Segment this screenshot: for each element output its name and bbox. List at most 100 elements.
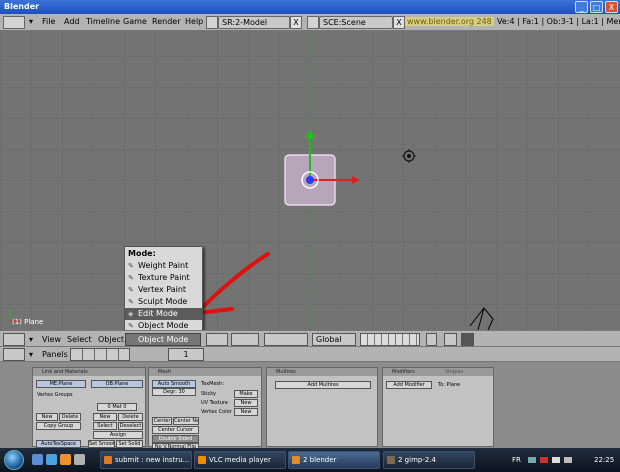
tray-icon[interactable] xyxy=(540,457,548,463)
scene-browse-icon[interactable] xyxy=(307,16,319,29)
vgroup-new-button[interactable]: New xyxy=(36,413,58,421)
layer-buttons[interactable] xyxy=(360,333,420,346)
collapse-icon[interactable]: ▾ xyxy=(29,335,33,344)
set-solid-button[interactable]: Set Solid xyxy=(116,440,143,448)
vertex-groups-label: Vertex Groups xyxy=(37,392,73,398)
collapse-icon[interactable]: ▾ xyxy=(29,17,33,26)
mode-item-sculpt[interactable]: ✎ Sculpt Mode xyxy=(125,296,202,308)
render-button[interactable] xyxy=(461,333,474,346)
double-sided-button[interactable]: Double Sided xyxy=(152,435,199,443)
scene-delete-button[interactable]: X xyxy=(393,16,405,29)
task-submit[interactable]: submit : new instru... xyxy=(100,451,192,469)
screen-delete-button[interactable]: X xyxy=(290,16,302,29)
maximize-button[interactable]: □ xyxy=(590,1,603,13)
show-desktop-icon[interactable] xyxy=(32,454,43,465)
mode-item-vertex-paint[interactable]: ✎ Vertex Paint xyxy=(125,284,202,296)
sticky-make-button[interactable]: Make xyxy=(234,390,258,398)
3d-view-header: ▾ View Select Object Object Mode Global xyxy=(0,330,620,347)
blender-weblink[interactable]: www.blender.org 248 xyxy=(405,17,494,26)
degr-field[interactable]: Degr: 30 xyxy=(152,388,196,396)
vgroup-delete-button[interactable]: Delete xyxy=(59,413,81,421)
center-cursor-button[interactable]: Center Cursor xyxy=(152,426,199,434)
material-assign-button[interactable]: Assign xyxy=(93,431,143,439)
orientation-selector[interactable]: Global xyxy=(312,333,356,346)
task-vlc[interactable]: VLC media player xyxy=(194,451,286,469)
vcol-new-button[interactable]: New xyxy=(234,408,258,416)
menu-help[interactable]: Help xyxy=(185,17,203,26)
mode-item-texture-paint[interactable]: ✎ Texture Paint xyxy=(125,272,202,284)
vertex-color-label: Vertex Color xyxy=(201,409,232,415)
material-index-field[interactable]: 0 Mat 0 xyxy=(97,403,137,411)
modifier-target-label: To: Plane xyxy=(438,382,461,388)
ie-icon[interactable] xyxy=(46,454,57,465)
menu-file[interactable]: File xyxy=(42,17,55,26)
mesh-name-field[interactable]: ME:Plane xyxy=(36,380,86,388)
windows-taskbar: submit : new instru... VLC media player … xyxy=(0,448,620,472)
editor-type-icon[interactable] xyxy=(3,348,25,361)
shapes-tab[interactable]: Shapes xyxy=(445,369,463,375)
copy-group-button[interactable]: Copy Group xyxy=(36,422,81,430)
frame-field[interactable]: 1 xyxy=(168,348,204,361)
menu-select[interactable]: Select xyxy=(67,335,92,344)
tray-icon[interactable] xyxy=(528,457,536,463)
context-buttons[interactable] xyxy=(70,348,130,361)
menu-timeline[interactable]: Timeline xyxy=(86,17,120,26)
menu-object[interactable]: Object xyxy=(98,335,124,344)
system-tray: FR 22:25 xyxy=(508,451,620,469)
texmesh-label: TexMesh: xyxy=(201,381,225,387)
panel-title: Link and Materials xyxy=(33,368,145,376)
task-gimp[interactable]: 2 gimp-2.4 xyxy=(383,451,475,469)
3d-viewport[interactable]: (1) Plane xyxy=(0,31,620,330)
draw-type-button[interactable] xyxy=(206,333,228,346)
link-materials-panel: Link and Materials ME:Plane OB:Plane Ver… xyxy=(32,367,146,448)
uv-new-button[interactable]: New xyxy=(234,399,258,407)
mode-selector[interactable]: Object Mode xyxy=(125,333,201,346)
menu-game[interactable]: Game xyxy=(123,17,147,26)
screen-browse-icon[interactable] xyxy=(206,16,218,29)
network-icon[interactable] xyxy=(552,457,560,463)
vlc-icon[interactable] xyxy=(60,454,71,465)
start-button[interactable] xyxy=(4,450,24,470)
window-title: Blender xyxy=(4,2,40,11)
add-modifier-button[interactable]: Add Modifier xyxy=(386,381,432,389)
minimize-button[interactable]: _ xyxy=(575,1,588,13)
pivot-button[interactable] xyxy=(231,333,259,346)
texture-paint-icon: ✎ xyxy=(128,274,134,282)
set-smooth-button[interactable]: Set Smooth xyxy=(88,440,115,448)
mode-item-edit[interactable]: ◈ Edit Mode xyxy=(125,308,202,320)
menu-view[interactable]: View xyxy=(42,335,61,344)
scene-field[interactable]: SCE:Scene xyxy=(319,16,393,29)
volume-icon[interactable] xyxy=(564,457,572,463)
auto-texspace-button[interactable]: AutoTexSpace xyxy=(36,440,81,448)
language-indicator[interactable]: FR xyxy=(512,451,521,469)
blender-icon xyxy=(292,456,300,464)
material-deselect-button[interactable]: Deselect xyxy=(118,422,143,430)
task-blender[interactable]: 2 blender xyxy=(288,451,380,469)
mode-item-weight-paint[interactable]: ✎ Weight Paint xyxy=(125,260,202,272)
manipulator-buttons[interactable] xyxy=(264,333,308,346)
auto-smooth-button[interactable]: Auto Smooth xyxy=(152,380,196,388)
menu-add[interactable]: Add xyxy=(64,17,80,26)
material-new-button[interactable]: New xyxy=(93,413,117,421)
collapse-icon[interactable]: ▾ xyxy=(29,350,33,359)
center-button[interactable]: Center xyxy=(152,417,172,425)
clock[interactable]: 22:25 xyxy=(594,451,614,469)
render-preview-button[interactable] xyxy=(444,333,457,346)
lock-button[interactable] xyxy=(426,333,437,346)
panels-menu[interactable]: Panels xyxy=(42,350,68,359)
mode-menu-title: Mode: xyxy=(128,249,156,258)
scene-stats: Ve:4 | Fa:1 | Ob:3-1 | La:1 | Mem:0 xyxy=(497,17,620,26)
editor-type-icon[interactable] xyxy=(3,16,25,29)
add-multires-button[interactable]: Add Multires xyxy=(275,381,371,389)
material-delete-button[interactable]: Delete xyxy=(118,413,143,421)
panel-title: Modifiers xyxy=(383,368,493,376)
menu-render[interactable]: Render xyxy=(152,17,180,26)
object-name-field[interactable]: OB:Plane xyxy=(91,380,143,388)
center-new-button[interactable]: Center New xyxy=(173,417,199,425)
window-switch-icon[interactable] xyxy=(74,454,85,465)
material-select-button[interactable]: Select xyxy=(93,422,117,430)
close-button[interactable]: X xyxy=(605,1,618,13)
screen-field[interactable]: SR:2-Model xyxy=(218,16,290,29)
vertex-paint-icon: ✎ xyxy=(128,286,134,294)
editor-type-icon[interactable] xyxy=(3,333,25,346)
